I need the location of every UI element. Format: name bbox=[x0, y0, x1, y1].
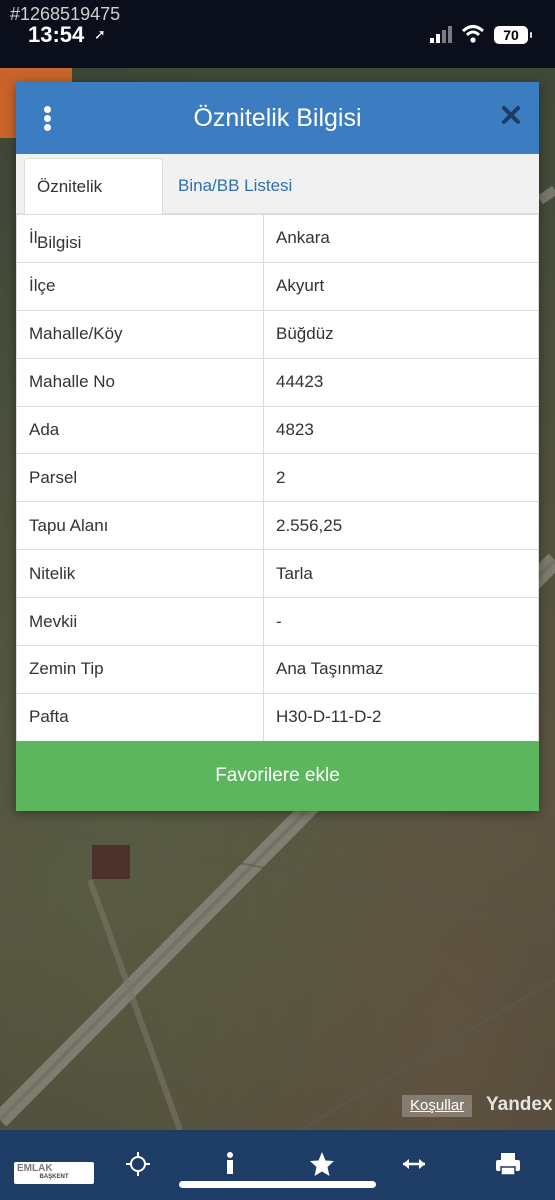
table-row: Mahalle/Köy Büğdüz bbox=[16, 309, 539, 359]
add-to-favorites-button[interactable]: Favorilere ekle bbox=[16, 741, 539, 811]
table-row: İl Ankara bbox=[16, 214, 539, 263]
table-row: İlçe Akyurt bbox=[16, 261, 539, 311]
attribute-key: Nitelik bbox=[16, 549, 264, 599]
brand-logo: EMLAK BAŞKENT bbox=[14, 1162, 94, 1184]
attribute-key: Ada bbox=[16, 405, 264, 455]
attribute-value: 2 bbox=[263, 453, 539, 503]
dialog-title: Öznitelik Bilgisi bbox=[193, 104, 362, 132]
table-row: Zemin Tip Ana Taşınmaz bbox=[16, 645, 539, 694]
attribute-value: Ankara bbox=[263, 214, 539, 263]
attribute-key: Mahalle/Köy bbox=[16, 309, 264, 359]
attribute-key: Mahalle No bbox=[16, 357, 264, 407]
info-icon[interactable] bbox=[216, 1150, 244, 1178]
wifi-icon bbox=[461, 25, 485, 43]
attribute-value: 4823 bbox=[263, 405, 539, 455]
table-row: Mahalle No 44423 bbox=[16, 357, 539, 407]
print-icon[interactable] bbox=[494, 1150, 522, 1178]
star-icon[interactable] bbox=[308, 1150, 336, 1178]
attribute-value: Akyurt bbox=[263, 261, 539, 311]
table-row: Parsel 2 bbox=[16, 453, 539, 503]
attribute-table: İl Ankara İlçe Akyurt Mahalle/Köy Büğdüz Mahal… bbox=[16, 214, 539, 742]
attribute-value: - bbox=[263, 597, 539, 647]
tab-building-list[interactable]: Bina/BB Listesi bbox=[166, 158, 304, 215]
table-row: Pafta H30-D-11-D-2 bbox=[16, 692, 539, 742]
close-icon[interactable] bbox=[500, 104, 522, 126]
attribute-key: Mevkii bbox=[16, 597, 264, 647]
attribute-value: Büğdüz bbox=[263, 309, 539, 359]
table-row: Nitelik Tarla bbox=[16, 549, 539, 599]
tab-bar: Öznitelik Bilgisi Bina/BB Listesi bbox=[16, 154, 539, 252]
measure-icon[interactable] bbox=[400, 1150, 428, 1178]
table-row: Mevkii - bbox=[16, 597, 539, 647]
battery-indicator: 70 bbox=[494, 26, 532, 44]
attribute-key: İlçe bbox=[16, 261, 264, 311]
attribute-info-dialog: Öznitelik Bilgisi Öznitelik Bilgisi Bina… bbox=[16, 82, 539, 811]
location-arrow-icon: ➚ bbox=[94, 26, 106, 42]
attribute-value: Ana Taşınmaz bbox=[263, 645, 539, 694]
attribute-value: H30-D-11-D-2 bbox=[263, 692, 539, 742]
tab-attribute-info[interactable]: Öznitelik Bilgisi bbox=[24, 158, 163, 252]
attribute-key: Tapu Alanı bbox=[16, 501, 264, 551]
locate-icon[interactable] bbox=[124, 1150, 152, 1178]
cell-signal-icon bbox=[430, 26, 452, 43]
table-row: Tapu Alanı 2.556,25 bbox=[16, 501, 539, 551]
attribute-key: Pafta bbox=[16, 692, 264, 742]
table-row: Ada 4823 bbox=[16, 405, 539, 455]
clock: 13:54 bbox=[28, 22, 85, 47]
map-provider-logo: Yandex bbox=[486, 1094, 553, 1115]
attribute-value: 44423 bbox=[263, 357, 539, 407]
attribute-key: Zemin Tip bbox=[16, 645, 264, 694]
attribute-key: İl bbox=[16, 214, 264, 263]
dialog-header: Öznitelik Bilgisi bbox=[16, 82, 539, 154]
terms-link[interactable]: Koşullar bbox=[402, 1095, 473, 1117]
home-indicator[interactable] bbox=[179, 1181, 376, 1188]
attribute-value: 2.556,25 bbox=[263, 501, 539, 551]
status-bar: #1268519475 13:54 ➚ 70 bbox=[0, 0, 555, 68]
attribute-key: Parsel bbox=[16, 453, 264, 503]
attribute-value: Tarla bbox=[263, 549, 539, 599]
